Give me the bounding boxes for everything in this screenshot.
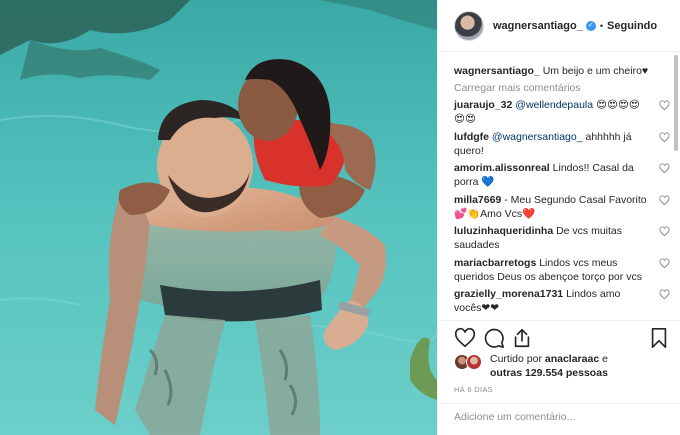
comment-mention[interactable]: @wagnersantiago_ [492,131,583,143]
comment-username[interactable]: amorim.alissonreal [454,162,550,174]
author-avatar[interactable] [454,10,484,41]
comment-heart-icon[interactable] [659,131,670,143]
following-button[interactable]: Seguindo [607,20,657,32]
likes-middle: e [599,353,608,365]
comment-item: juaraujo_32 @wellendepaula 😍😍😍😍😍😍 [454,98,671,126]
comments-list[interactable]: wagnersantiago_ Um beijo e um cheiro♥ Ca… [438,53,680,320]
post-timestamp[interactable]: HÁ 6 DIAS [454,385,493,394]
comment-heart-icon[interactable] [659,100,670,111]
load-more-comments-button[interactable]: Carregar mais comentários [454,81,671,95]
comments-scrollbar[interactable] [674,55,678,151]
caption-text: Um beijo e um cheiro♥ [542,65,649,77]
liker-avatar[interactable] [466,354,482,370]
add-comment-input[interactable]: Adicione um comentário... [438,403,680,431]
post-side-panel: wagnersantiago_ ✓ • Seguindo wagnersanti… [437,0,680,435]
share-icon[interactable] [511,327,533,349]
pool-couple-photo [0,0,437,435]
comment-heart-icon[interactable] [659,194,670,206]
post-actions: Curtido por anaclaraac e outras 129.554 … [438,320,680,430]
comment-heart-icon[interactable] [659,257,670,269]
comment-item: luluzinhaqueridinha De vcs muitas saudad… [454,224,671,252]
comment-heart-icon[interactable] [659,226,670,237]
action-icons-row [454,327,670,351]
likes-prefix: Curtido por [490,353,545,365]
comment-item: mariacbarretogs Lindos vcs meus queridos… [454,256,671,284]
likes-others[interactable]: outras 129.554 pessoas [490,367,608,379]
comment-username[interactable]: mariacbarretogs [454,257,536,269]
post-header: wagnersantiago_ ✓ • Seguindo [438,0,680,52]
caption-username[interactable]: wagnersantiago_ [454,65,540,77]
comment-username[interactable]: milla7669 [454,194,501,206]
comment-heart-icon[interactable] [659,289,670,300]
author-username[interactable]: wagnersantiago_ [493,20,583,32]
comment-heart-icon[interactable] [659,163,670,174]
instagram-post: wagnersantiago_ ✓ • Seguindo wagnersanti… [0,0,680,435]
post-photo[interactable] [0,0,437,435]
post-caption: wagnersantiago_ Um beijo e um cheiro♥ [454,64,671,78]
comment-item: amorim.alissonreal Lindos!! Casal da por… [454,161,671,189]
comment-username[interactable]: juaraujo_32 [454,99,512,111]
likes-user[interactable]: anaclaraac [545,353,599,365]
separator-dot: • [599,20,604,31]
likes-text: Curtido por anaclaraac e outras 129.554 … [490,352,608,380]
likes-summary: Curtido por anaclaraac e outras 129.554 … [454,352,664,386]
heart-icon[interactable] [454,327,476,349]
verified-check-icon: ✓ [585,20,596,31]
comment-mention[interactable]: @wellendepaula [515,99,593,111]
comment-item: lufdgfe @wagnersantiago_ ahhhhh já quero… [454,130,671,158]
comment-bubble-icon[interactable] [483,327,505,349]
comment-item: milla7669 - Meu Segundo Casal Favorito💕👏… [454,193,671,221]
comment-username[interactable]: grazielly_morena1731 [454,288,563,300]
bookmark-icon[interactable] [648,327,670,349]
comment-item: grazielly_morena1731 Lindos amo vocês❤❤ [454,287,671,315]
comment-username[interactable]: lufdgfe [454,131,489,143]
comment-username[interactable]: luluzinhaqueridinha [454,225,553,237]
